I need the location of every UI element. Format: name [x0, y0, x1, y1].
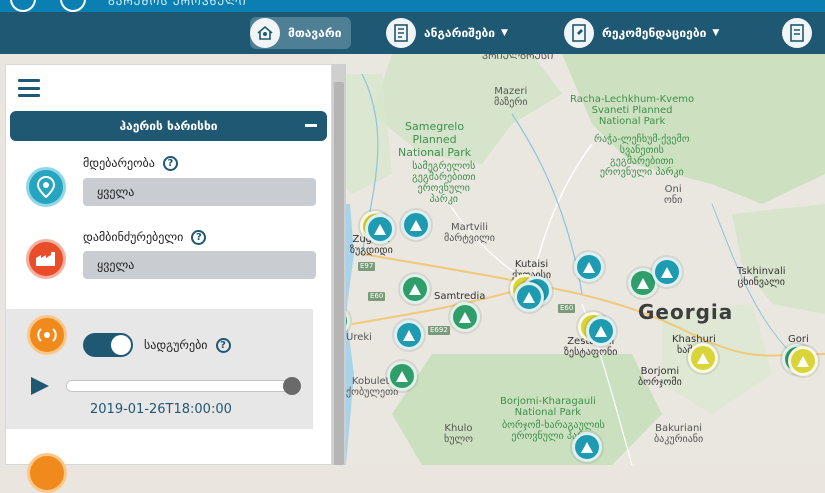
country-label: Georgia	[638, 300, 734, 324]
station-tower-icon	[595, 325, 607, 337]
station-tower-icon	[396, 370, 408, 382]
map-label: Ureki	[346, 332, 372, 343]
scrollbar-thumb[interactable]	[334, 82, 344, 465]
station-marker[interactable]	[572, 432, 602, 462]
station-marker[interactable]	[394, 320, 424, 350]
nav-home[interactable]: მთავარი	[250, 17, 352, 49]
station-marker[interactable]	[788, 346, 818, 376]
broadcast-icon	[27, 453, 67, 493]
slider-fill	[67, 381, 298, 391]
station-marker[interactable]	[574, 252, 604, 282]
station-marker[interactable]	[586, 316, 616, 346]
station-tower-icon	[581, 441, 593, 453]
play-icon[interactable]	[31, 377, 49, 395]
location-pin-icon	[26, 167, 66, 207]
toggle-knob	[111, 335, 131, 355]
factory-icon	[26, 239, 66, 279]
nav-recommendations-label: რეკომენდაციები	[602, 26, 707, 40]
map-label: ᲞᲠᲘᲔᲚᲑᲠᲣᲡᲘ	[482, 54, 554, 62]
station-marker[interactable]	[400, 274, 430, 304]
station-marker[interactable]	[365, 214, 395, 244]
location-label: მდებარეობა	[83, 156, 155, 170]
polluter-label: დამბინძურებელი	[83, 230, 184, 244]
nav-reports[interactable]: ანგარიშები ▼	[386, 17, 508, 49]
station-tower-icon	[661, 266, 673, 278]
station-tower-icon	[410, 219, 422, 231]
road-shield: E692	[428, 326, 450, 335]
nav-recommendations[interactable]: რეკომენდაციები ▼	[564, 17, 719, 49]
hamburger-menu-icon[interactable]	[18, 79, 40, 97]
help-icon[interactable]: ?	[162, 156, 178, 171]
map-label: Samegrelo Planned National Park	[398, 120, 472, 159]
main-navbar: მთავარი ანგარიშები ▼ რეკომენდაციები ▼	[0, 12, 825, 54]
polluter-select[interactable]: ყველა	[83, 251, 316, 279]
broadcast-icon	[27, 315, 67, 355]
station-tower-icon	[409, 283, 421, 295]
chevron-down-icon: ▼	[501, 28, 508, 38]
station-marker[interactable]	[450, 302, 480, 332]
nav-home-label: მთავარი	[288, 26, 342, 40]
help-icon[interactable]: ?	[191, 230, 207, 245]
location-label-row: მდებარეობა?	[83, 156, 178, 171]
station-marker[interactable]	[652, 257, 682, 287]
nav-reports-label: ანგარიშები	[424, 26, 496, 40]
home-person-icon	[250, 18, 280, 48]
map-label: Bakuriani ბაკურიანი	[654, 423, 704, 445]
map-view[interactable]: ᲞᲠᲘᲔᲚᲑᲠᲣᲡᲘ Mazeri მაზერი Racha-Lechkhum-…	[332, 54, 825, 465]
map-label: Racha-Lechkhum-Kvemo Svaneti Planned Nat…	[570, 94, 695, 127]
emblem-icon	[60, 0, 86, 12]
sidebar-scrollbar[interactable]	[332, 64, 346, 465]
air-quality-section-header[interactable]: ჰაერის ხარისხი	[10, 111, 327, 141]
logo-icon[interactable]	[10, 0, 36, 12]
map-label: Mazeri მაზერი	[494, 86, 528, 108]
road-shield: E60	[368, 292, 386, 301]
station-tower-icon	[459, 311, 471, 323]
nav-documents[interactable]	[782, 17, 820, 49]
road-shield: E60	[558, 304, 576, 313]
recommendation-icon	[564, 18, 594, 48]
section-title: ჰაერის ხარისხი	[119, 119, 218, 133]
collapse-icon[interactable]	[305, 124, 317, 127]
map-label: სამეგრელოს გეგმარებითი ეროვნული პარკი	[412, 161, 476, 205]
station-tower-icon	[797, 355, 809, 367]
polluter-label-row: დამბინძურებელი?	[83, 230, 207, 245]
station-tower-icon	[637, 277, 649, 289]
report-icon	[386, 18, 416, 48]
station-marker[interactable]	[688, 343, 718, 373]
location-select[interactable]: ყველა	[83, 178, 316, 206]
timeline-slider[interactable]	[66, 380, 299, 392]
map-label: Samtredia	[434, 291, 486, 302]
map-label: Borjomi-Kharagauli National Park	[500, 396, 596, 418]
station-marker[interactable]	[401, 210, 431, 240]
map-label: Borjomi ბორჯომი	[638, 366, 682, 388]
map-label: Martvili მარტვილი	[444, 222, 495, 244]
document-icon	[782, 18, 812, 48]
station-marker[interactable]	[514, 282, 544, 312]
station-tower-icon	[523, 291, 535, 303]
stations-toggle[interactable]	[83, 333, 133, 357]
station-tower-icon	[403, 329, 415, 341]
map-label: Tskhinvali ცხინვალი	[737, 266, 786, 288]
help-icon[interactable]: ?	[215, 338, 231, 353]
slider-handle[interactable]	[283, 377, 301, 395]
stations-label: სადგურები	[144, 338, 208, 352]
map-label: Oni ონი	[664, 184, 683, 206]
top-banner: ᲒᲐᲠᲔᲛᲝᲡ ᲔᲠᲝᲕᲜᲣᲚᲘ	[0, 0, 825, 12]
sidebar-panel: ჰაერის ხარისხი მდებარეობა? ყველა დამბინძ…	[5, 64, 332, 493]
stations-label-row: სადგურები?	[144, 338, 231, 353]
station-tower-icon	[374, 223, 386, 235]
station-tower-icon	[583, 261, 595, 273]
station-marker[interactable]	[387, 361, 417, 391]
banner-title: ᲒᲐᲠᲔᲛᲝᲡ ᲔᲠᲝᲕᲜᲣᲚᲘ	[108, 0, 247, 8]
station-tower-icon	[697, 352, 709, 364]
timeline-timestamp: 2019-01-26T18:00:00	[90, 402, 232, 417]
map-label: Khulo ხულო	[444, 423, 473, 445]
map-label: რაჭა-ლეჩხუმ-ქვემო სვანეთის გეგმარებითი ე…	[594, 134, 690, 178]
road-shield: E97	[358, 262, 376, 271]
chevron-down-icon: ▼	[712, 28, 720, 38]
